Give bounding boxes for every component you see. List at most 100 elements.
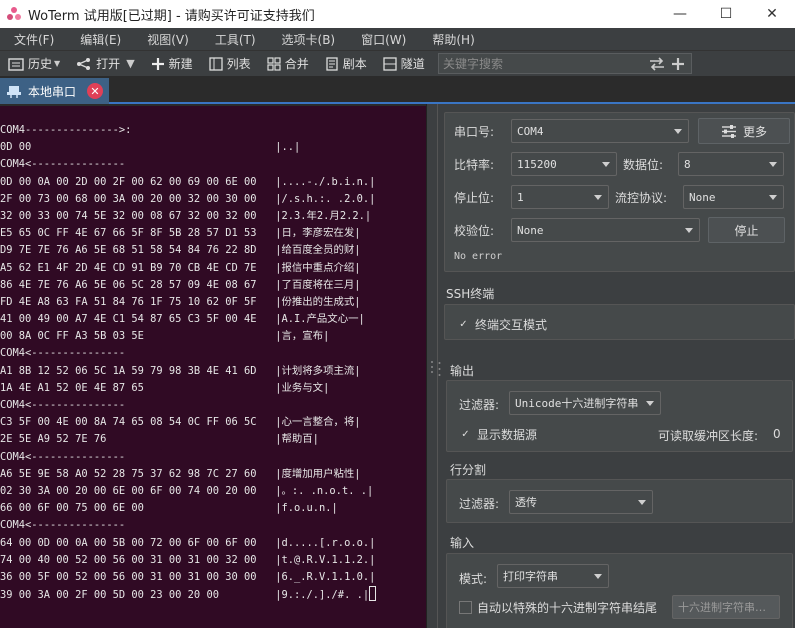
new-label: 新建	[168, 57, 193, 71]
stopbits-value: 1	[517, 190, 524, 204]
terminal-line: 2E 5E A9 52 7E 76 |帮助百|	[0, 433, 319, 446]
port-select[interactable]: COM4	[511, 119, 689, 143]
terminal-line: 74 00 40 00 52 00 56 00 31 00 31 00 32 0…	[0, 553, 376, 566]
tab-local-serial[interactable]: 本地串口 ✕	[0, 78, 109, 104]
terminal-line: COM4<---------------	[0, 519, 126, 532]
list-button[interactable]: 列表	[201, 52, 259, 76]
serial-port-icon	[7, 86, 21, 98]
flow-select[interactable]: None	[683, 185, 784, 209]
auto-end-checkbox[interactable]: 自动以特殊的十六进制字符串结尾	[459, 599, 657, 616]
terminal-line: 2F 00 73 00 68 00 3A 00 20 00 32 00 30 0…	[0, 192, 376, 205]
terminal-line: COM4<---------------	[0, 158, 126, 171]
close-window-button[interactable]: ✕	[749, 0, 795, 28]
baud-value: 115200	[517, 157, 557, 171]
terminal-line: COM4<---------------	[0, 399, 126, 411]
stop-button[interactable]: 停止	[708, 217, 785, 243]
tab-close-button[interactable]: ✕	[87, 83, 103, 99]
share-nodes-icon	[77, 57, 91, 70]
output-section-title: 输出	[450, 364, 475, 378]
script-button[interactable]: 剧本	[317, 52, 375, 76]
chevron-down-icon	[674, 129, 682, 134]
line-split-filter-value: 透传	[515, 496, 537, 509]
search-input[interactable]	[439, 56, 649, 71]
chevron-down-icon	[638, 500, 646, 505]
input-settings-group: 模式: 打印字符串 自动以特殊的十六进制字符串结尾 十六进制字符串…	[446, 553, 793, 628]
terminal-line: 0D 00 0A 00 2D 00 2F 00 62 00 69 00 6E 0…	[0, 175, 376, 188]
interactive-mode-checkbox[interactable]: ✓ 终端交互模式	[457, 316, 547, 333]
input-mode-label: 模式:	[459, 572, 488, 586]
merge-button[interactable]: 合并	[259, 52, 317, 76]
grip-dots-icon	[438, 362, 441, 376]
parity-select[interactable]: None	[511, 218, 700, 242]
interactive-mode-label: 终端交互模式	[475, 318, 548, 332]
terminal-line: COM4--------------->:	[0, 124, 132, 136]
terminal-lines: COM4--------------->: 0D 00 |..| COM4<----…	[0, 122, 377, 603]
port-value: COM4	[517, 124, 544, 138]
splitter-handle[interactable]	[426, 104, 438, 628]
output-filter-select[interactable]: Unicode十六进制字符串	[509, 391, 661, 415]
flow-value: None	[689, 190, 716, 204]
menu-view[interactable]: 视图(V)	[133, 31, 201, 48]
databits-label: 数据位:	[623, 158, 664, 172]
minimize-button[interactable]: —	[657, 0, 703, 28]
woterm-logo-icon	[7, 7, 21, 20]
terminal-line: 0D 00 |..|	[0, 141, 301, 154]
history-button[interactable]: 历史 ▼	[0, 52, 68, 76]
open-button[interactable]: 打开 ▼	[68, 52, 142, 76]
flow-label: 流控协议:	[615, 191, 668, 205]
new-button[interactable]: 新建	[143, 52, 201, 76]
input-mode-select[interactable]: 打印字符串	[497, 564, 609, 588]
input-section-title: 输入	[450, 536, 475, 550]
add-icon[interactable]	[671, 57, 685, 71]
merge-label: 合并	[284, 57, 309, 71]
hex-suffix-input[interactable]: 十六进制字符串…	[672, 595, 780, 619]
menu-tabs[interactable]: 选项卡(B)	[268, 31, 348, 48]
menu-help[interactable]: 帮助(H)	[418, 31, 486, 48]
check-icon: ✓	[461, 429, 470, 440]
buffer-length-label: 可读取缓冲区长度:	[658, 429, 759, 443]
databits-select[interactable]: 8	[678, 152, 784, 176]
more-button[interactable]: 更多	[698, 118, 790, 144]
menu-tools[interactable]: 工具(T)	[201, 31, 268, 48]
check-icon: ✓	[459, 319, 468, 330]
chevron-down-icon	[594, 195, 602, 200]
line-split-filter-select[interactable]: 透传	[509, 490, 653, 514]
swap-arrows-icon[interactable]	[649, 56, 665, 71]
maximize-button[interactable]: ☐	[703, 0, 749, 28]
show-source-checkbox[interactable]: ✓ 显示数据源	[459, 426, 537, 443]
output-filter-label: 过滤器:	[459, 398, 500, 412]
serial-status: No error	[454, 251, 503, 262]
terminal-line: 32 00 33 00 74 5E 32 00 08 67 32 00 32 0…	[0, 209, 372, 222]
buffer-length-value: 0	[773, 427, 781, 441]
line-split-settings-group: 过滤器: 透传	[446, 479, 793, 523]
terminal-line: A1 8B 12 52 06 5C 1A 59 79 98 3B 4E 41 6…	[0, 364, 361, 377]
title-bar: WoTerm 试用版[已过期] - 请购买许可证支持我们 — ☐ ✕	[0, 0, 795, 28]
window-title: WoTerm 试用版[已过期] - 请购买许可证支持我们	[28, 8, 315, 24]
script-icon	[326, 56, 338, 71]
output-filter-value: Unicode十六进制字符串	[515, 397, 639, 410]
list-icon	[209, 56, 223, 71]
baud-select[interactable]: 115200	[511, 152, 617, 176]
chevron-down-icon	[602, 162, 610, 167]
terminal-line: 39 00 3A 00 2F 00 5D 00 23 00 20 00 |9.:…	[0, 586, 377, 603]
menu-edit[interactable]: 编辑(E)	[66, 31, 133, 48]
menu-bar: 文件(F) 编辑(E) 视图(V) 工具(T) 选项卡(B) 窗口(W) 帮助(…	[0, 28, 795, 50]
auto-end-label: 自动以特殊的十六进制字符串结尾	[477, 601, 658, 615]
show-source-label: 显示数据源	[477, 428, 538, 442]
terminal-line: D9 7E 7E 76 A6 5E 68 51 58 54 84 76 22 8…	[0, 244, 361, 257]
input-mode-value: 打印字符串	[503, 570, 558, 583]
chevron-down-icon	[646, 401, 654, 406]
menu-window[interactable]: 窗口(W)	[347, 31, 418, 48]
stopbits-select[interactable]: 1	[511, 185, 609, 209]
menu-file[interactable]: 文件(F)	[0, 31, 66, 48]
list-label: 列表	[226, 57, 251, 71]
parity-label: 校验位:	[454, 224, 495, 238]
line-split-filter-label: 过滤器:	[459, 497, 500, 511]
baud-label: 比特率:	[454, 158, 495, 172]
terminal-output[interactable]: COM4--------------->: 0D 00 |..| COM4<----…	[0, 106, 426, 628]
tab-label: 本地串口	[28, 84, 77, 99]
chevron-down-icon	[769, 162, 777, 167]
search-box	[438, 53, 692, 74]
tunnel-button[interactable]: 隧道	[375, 52, 433, 76]
serial-settings-group: 串口号: COM4 更多 比特率: 115200 数据位: 8 停止位: 1 流…	[444, 112, 795, 272]
